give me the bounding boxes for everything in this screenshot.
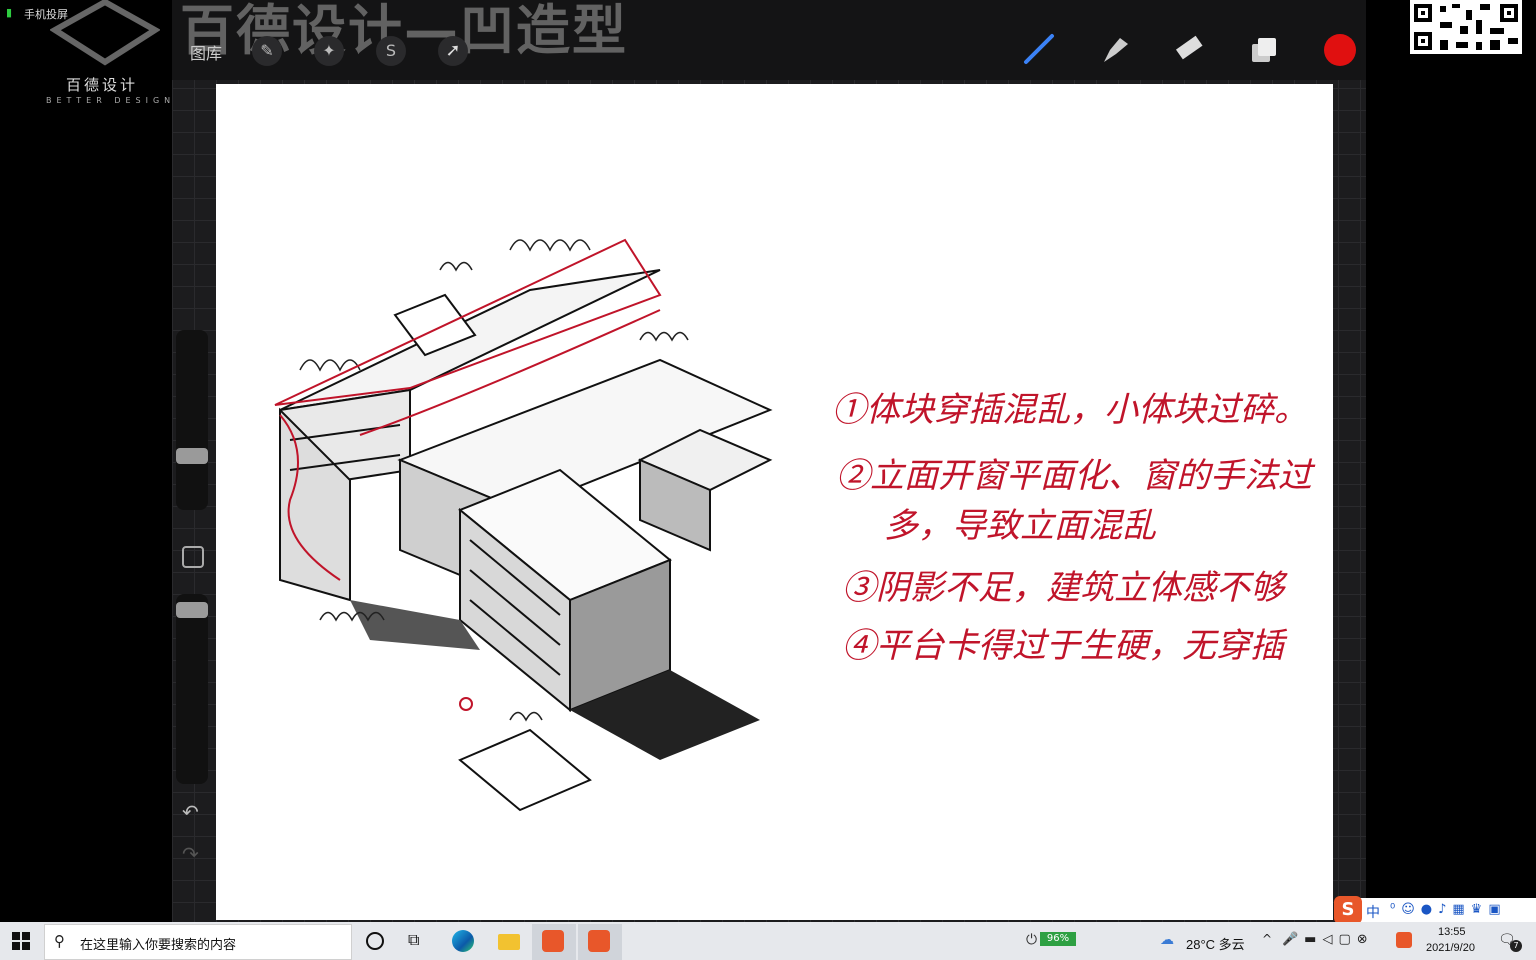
search-placeholder[interactable]: 在这里输入你要搜索的内容 (80, 934, 236, 953)
selection-icon[interactable]: S (376, 36, 406, 66)
eraser-icon[interactable] (1172, 32, 1206, 66)
wrench-icon[interactable]: ✎ (252, 36, 282, 66)
layers-icon[interactable] (1248, 34, 1280, 66)
redo-icon[interactable]: ↷ (182, 842, 199, 866)
qr-code-icon (1410, 0, 1522, 54)
windows-start-icon[interactable] (12, 932, 30, 950)
modify-button[interactable] (182, 546, 204, 568)
signal-icon: ▮ (6, 6, 13, 19)
note-line-3: 多，导致立面混乱 (884, 506, 1156, 546)
note-line-1: ①体块穿插混乱，小体块过碎。 (832, 390, 1308, 430)
power-plug-icon: ⏻ (1026, 932, 1038, 948)
clock-date[interactable]: 2021/9/20 (1426, 942, 1475, 954)
weather-text[interactable]: 28°C 多云 (1186, 934, 1245, 953)
tray-expand-icon[interactable]: ^ (1262, 932, 1272, 946)
logo-text: 百德设计 (66, 76, 139, 94)
undo-icon[interactable]: ↶ (182, 800, 199, 824)
tray-icons[interactable]: 🎤▬◁▢⊗ (1282, 932, 1374, 947)
note-line-4: ③阴影不足，建筑立体感不够 (842, 568, 1284, 608)
ime-mode-label[interactable]: 中 (1366, 902, 1380, 922)
task-view-icon[interactable]: ⧉ (408, 930, 419, 950)
notification-badge: 7 (1510, 940, 1522, 952)
brush-size-thumb[interactable] (176, 448, 208, 464)
gallery-button[interactable]: 图库 (190, 40, 222, 64)
clock-time[interactable]: 13:55 (1438, 926, 1466, 938)
left-black-panel (0, 0, 172, 922)
color-picker-swatch[interactable] (1324, 34, 1356, 66)
note-line-2: ②立面开窗平面化、窗的手法过 (836, 456, 1312, 496)
ime-tools-icons[interactable]: ⁰☺●♪▦♛▣ (1390, 902, 1507, 917)
search-icon: ⚲ (54, 932, 65, 950)
logo-icon (50, 0, 160, 66)
edge-icon[interactable] (452, 930, 474, 952)
cortana-icon[interactable] (366, 932, 384, 950)
brush-icon[interactable] (1022, 32, 1056, 66)
app-icon-2 (588, 930, 610, 952)
transform-arrow-icon[interactable]: ➚ (438, 36, 468, 66)
smudge-icon[interactable] (1098, 32, 1132, 66)
note-line-5: ④平台卡得过于生硬，无穿插 (842, 626, 1284, 666)
opacity-thumb[interactable] (176, 602, 208, 618)
weather-cloud-icon: ☁ (1160, 932, 1174, 948)
sogou-tray-icon[interactable] (1396, 932, 1412, 948)
battery-indicator: 96% (1040, 932, 1076, 946)
logo-subtext: BETTER DESIGN (46, 96, 176, 105)
opacity-slider[interactable] (176, 594, 208, 784)
sogou-ime-icon[interactable]: S (1334, 896, 1362, 924)
building-sketch (274, 238, 773, 812)
brush-size-slider[interactable] (176, 330, 208, 510)
app-icon-1 (542, 930, 564, 952)
right-black-panel (1366, 0, 1536, 922)
file-explorer-icon[interactable] (498, 934, 520, 950)
magic-wand-icon[interactable]: ✦ (314, 36, 344, 66)
